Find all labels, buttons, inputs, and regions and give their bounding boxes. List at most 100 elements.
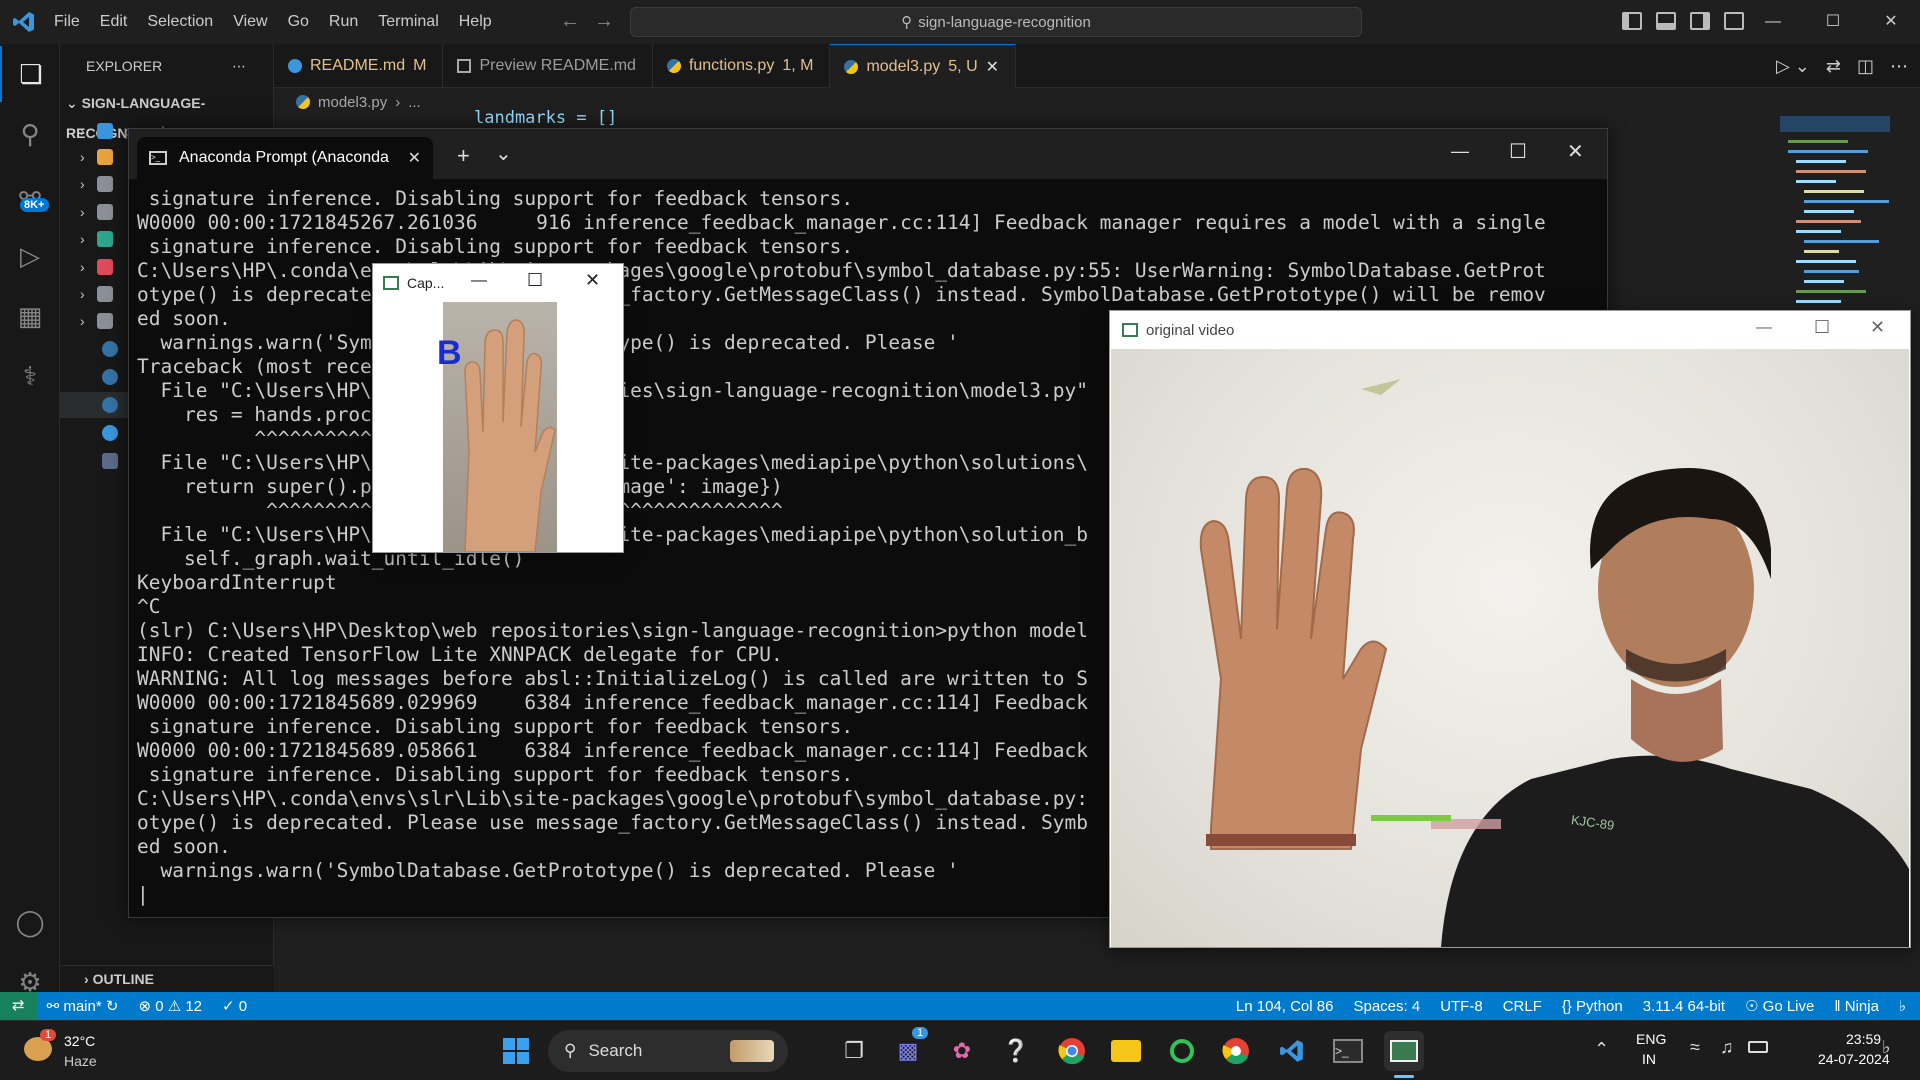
menu-edit[interactable]: Edit [90, 0, 138, 44]
tree-item[interactable] [102, 448, 118, 474]
customize-layout-icon[interactable] [1724, 12, 1744, 30]
command-center-search[interactable]: ⚲ sign-language-recognition [630, 7, 1362, 37]
terminal-taskbar-icon[interactable]: >_ [1328, 1031, 1368, 1071]
tree-item[interactable] [102, 364, 118, 390]
close-button[interactable]: ✕ [1567, 139, 1584, 164]
breadcrumb-rest[interactable]: ... [408, 94, 421, 111]
battery-icon[interactable] [1748, 1041, 1768, 1053]
encoding[interactable]: UTF-8 [1430, 998, 1493, 1015]
forward-arrow-icon[interactable]: → [594, 10, 614, 33]
language-mode[interactable]: {} Python [1552, 998, 1633, 1015]
ninja-indicator[interactable]: ‖ Ninja [1824, 998, 1889, 1015]
tab-preview-readme[interactable]: Preview README.md [443, 44, 653, 88]
split-editor-icon[interactable]: ◫ [1849, 44, 1882, 87]
tree-item[interactable]: › [80, 171, 113, 197]
vscode-taskbar-icon[interactable] [1272, 1031, 1312, 1071]
minimize-button[interactable]: — [471, 272, 487, 290]
tree-item[interactable]: › [80, 226, 113, 252]
chrome-profile-icon[interactable] [1216, 1031, 1256, 1071]
chrome-icon[interactable] [1052, 1031, 1092, 1071]
breadcrumb-file[interactable]: model3.py [318, 94, 387, 111]
terminal-tab[interactable]: >_ Anaconda Prompt (Anaconda ✕ [137, 137, 433, 179]
indentation[interactable]: Spaces: 4 [1343, 998, 1430, 1015]
wifi-icon[interactable]: ≈ [1690, 1037, 1700, 1058]
problems-indicator[interactable]: ⊗ 0 ⚠ 12 [128, 997, 212, 1015]
tree-item[interactable] [102, 420, 118, 446]
terminal-tab-label: Anaconda Prompt (Anaconda [179, 149, 389, 166]
tree-item[interactable] [102, 336, 118, 362]
tab-readme[interactable]: README.md M [274, 44, 444, 88]
account-icon[interactable]: ◯ [0, 894, 60, 950]
maximize-button[interactable]: ☐ [1804, 0, 1862, 44]
python-interpreter[interactable]: 3.11.4 64-bit [1633, 998, 1735, 1015]
file-explorer-icon[interactable] [1106, 1031, 1146, 1071]
tab-functions[interactable]: functions.py 1, M [653, 44, 831, 88]
language-indicator-eng[interactable]: ENG [1636, 1031, 1666, 1047]
close-button[interactable]: ✕ [585, 270, 600, 291]
maximize-button[interactable]: ☐ [527, 270, 543, 291]
new-tab-icon[interactable]: + [457, 143, 470, 169]
extensions-icon[interactable]: ▦ [0, 288, 60, 344]
minimize-button[interactable]: — [1744, 0, 1802, 44]
menu-run[interactable]: Run [319, 0, 368, 44]
task-view-icon[interactable]: ❐ [834, 1031, 874, 1071]
back-arrow-icon[interactable]: ← [560, 10, 580, 33]
run-debug-icon[interactable]: ▷ [0, 228, 60, 284]
notification-bell-icon[interactable]: ♭ [1882, 1037, 1891, 1058]
minimap[interactable] [1780, 116, 1900, 316]
minimize-button[interactable]: — [1756, 319, 1772, 337]
tree-item[interactable]: › [80, 281, 113, 307]
ports-indicator[interactable]: ✓ 0 [212, 997, 257, 1015]
opencv-window-taskbar-icon[interactable] [1384, 1031, 1424, 1071]
close-button[interactable]: ✕ [1862, 0, 1920, 44]
tree-item[interactable]: › [80, 254, 113, 280]
menu-file[interactable]: File [44, 0, 90, 44]
search-view-icon[interactable]: ⚲ [0, 106, 60, 162]
close-icon[interactable]: ✕ [408, 148, 421, 168]
cursor-position[interactable]: Ln 104, Col 86 [1226, 998, 1344, 1015]
toggle-secondary-sidebar-icon[interactable] [1690, 12, 1710, 30]
tab-model3[interactable]: model3.py 5, U ✕ [830, 44, 1017, 88]
menu-terminal[interactable]: Terminal [368, 0, 448, 44]
start-windows-icon[interactable] [496, 1031, 536, 1071]
menu-go[interactable]: Go [278, 0, 319, 44]
teams-icon[interactable]: ▩ 1 [888, 1027, 929, 1071]
maximize-button[interactable]: ☐ [1509, 139, 1527, 164]
chevron-down-icon[interactable]: ⌄ [495, 141, 512, 166]
source-control-icon[interactable]: ⚯ 8K+ [0, 168, 60, 224]
weather-widget[interactable]: 1 32°C Haze [20, 1029, 110, 1073]
workspace-folder[interactable]: ⌄ SIGN-LANGUAGE-RECOGN... [60, 88, 273, 141]
branch-indicator[interactable]: ⚯ main* ↻ [37, 997, 129, 1015]
menu-view[interactable]: View [223, 0, 277, 44]
more-actions-icon[interactable]: ⋯ [232, 44, 246, 88]
toggle-sidebar-icon[interactable] [1622, 12, 1642, 30]
outline-section[interactable]: › OUTLINE [60, 965, 274, 992]
app-ring-icon[interactable] [1162, 1031, 1202, 1071]
remote-icon[interactable]: ⇄ [0, 992, 37, 1020]
menu-selection[interactable]: Selection [137, 0, 223, 44]
explorer-icon[interactable]: ❏ [0, 46, 60, 102]
run-icon[interactable]: ▷ ⌄ [1768, 44, 1818, 87]
line-ending[interactable]: CRLF [1493, 998, 1552, 1015]
volume-icon[interactable]: ♫ [1720, 1037, 1734, 1058]
close-button[interactable]: ✕ [1870, 317, 1885, 338]
clock-time[interactable]: 23:59 [1846, 1031, 1881, 1047]
menu-help[interactable]: Help [449, 0, 502, 44]
tree-item[interactable]: › [80, 308, 113, 334]
maximize-button[interactable]: ☐ [1814, 317, 1830, 338]
minimize-button[interactable]: — [1451, 141, 1469, 162]
close-icon[interactable]: ✕ [986, 57, 999, 77]
go-live-button[interactable]: ☉ Go Live [1735, 997, 1824, 1015]
tree-item[interactable]: › [80, 144, 113, 170]
chevron-up-icon[interactable]: ⌃ [1594, 1039, 1609, 1060]
help-icon[interactable]: ❔ [996, 1031, 1036, 1071]
bell-icon[interactable]: ♭ [1889, 997, 1920, 1015]
compare-icon[interactable]: ⇄ [1818, 44, 1849, 87]
taskbar-search[interactable]: ⚲ Search [548, 1030, 788, 1072]
testing-icon[interactable]: ⚕ [0, 348, 60, 404]
tree-item[interactable]: › [80, 199, 113, 225]
more-actions-icon[interactable]: ⋯ [1882, 44, 1920, 87]
copilot-icon[interactable]: ✿ [942, 1031, 982, 1071]
toggle-panel-icon[interactable] [1656, 12, 1676, 30]
folder-icon [96, 149, 113, 165]
